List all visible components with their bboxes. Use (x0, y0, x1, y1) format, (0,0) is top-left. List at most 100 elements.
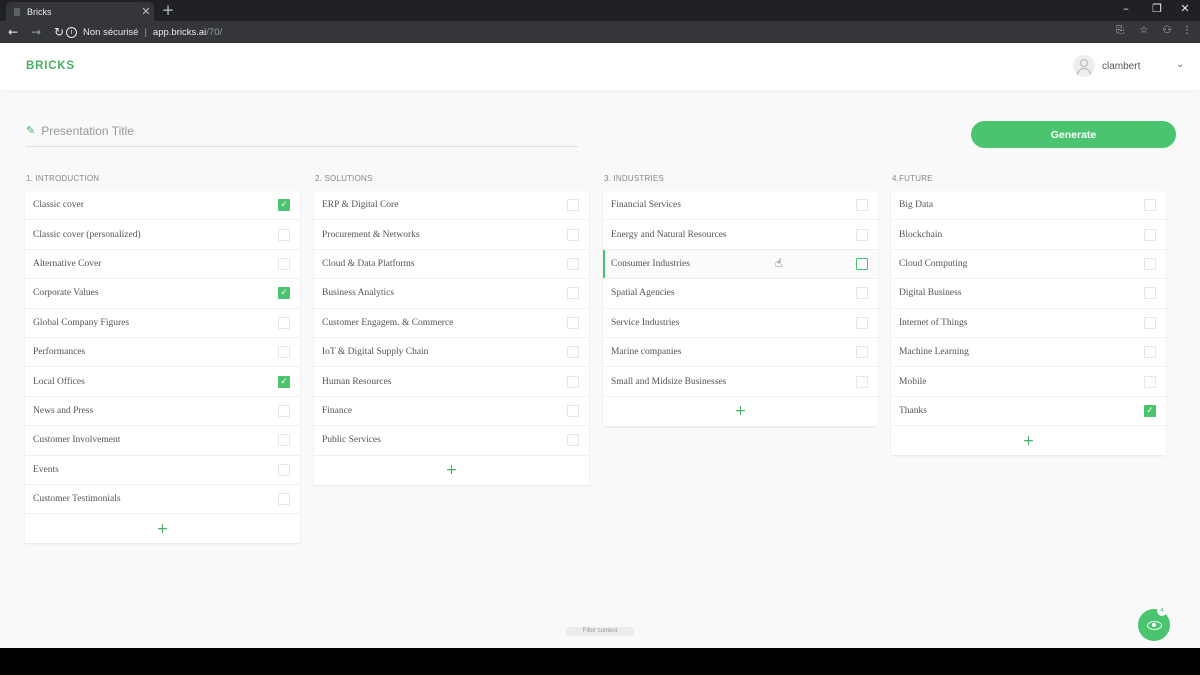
add-slide-button[interactable]: + (891, 426, 1166, 455)
checkmark-icon: ✓ (280, 288, 288, 299)
forward-icon[interactable]: → (26, 25, 46, 39)
checkbox[interactable] (567, 316, 579, 329)
checkbox[interactable] (1144, 287, 1156, 300)
back-icon[interactable]: ← (3, 25, 23, 39)
add-slide-button[interactable]: + (25, 514, 300, 543)
slide-row[interactable]: Energy and Natural Resources (603, 220, 878, 250)
checkbox[interactable] (567, 434, 579, 447)
slide-row[interactable]: Service Industries (603, 309, 878, 338)
menu-dots-icon[interactable]: ⋮ (1180, 25, 1194, 36)
checkbox[interactable] (278, 434, 290, 447)
checkbox-checked[interactable]: ✓ (1144, 404, 1156, 417)
checkbox[interactable] (567, 199, 579, 212)
translate-icon[interactable]: ⎘ (1113, 25, 1127, 36)
checkbox[interactable] (278, 257, 290, 270)
checkbox[interactable] (567, 257, 579, 270)
add-slide-button[interactable]: + (314, 456, 589, 485)
slide-row[interactable]: News and Press (25, 397, 300, 427)
checkbox[interactable] (278, 316, 290, 329)
slide-row[interactable]: Finance (314, 397, 589, 427)
checkbox[interactable] (278, 404, 290, 417)
slide-row[interactable]: Big Data (891, 191, 1166, 221)
checkbox[interactable] (1144, 228, 1156, 241)
bookmark-star-icon[interactable]: ☆ (1137, 25, 1151, 36)
slide-label: Customer Engagem. & Commerce (322, 317, 454, 328)
checkbox[interactable] (856, 346, 868, 359)
checkbox[interactable] (567, 287, 579, 300)
slide-row[interactable]: Machine Learning (891, 338, 1166, 368)
checkbox[interactable] (1144, 346, 1156, 359)
checkbox[interactable] (567, 346, 579, 359)
slide-row[interactable]: Blockchain (891, 220, 1166, 250)
slide-row[interactable]: Customer Involvement (25, 426, 300, 456)
slide-row[interactable]: Financial Services (603, 191, 878, 221)
slide-row[interactable]: Small and Midsize Businesses (603, 367, 878, 397)
slide-row[interactable]: Events (25, 456, 300, 485)
checkbox[interactable] (1144, 316, 1156, 329)
slide-row[interactable]: Cloud & Data Platforms (314, 250, 589, 280)
slide-row[interactable]: Public Services (314, 426, 589, 456)
checkbox[interactable] (856, 257, 868, 270)
new-tab-button[interactable]: + (160, 2, 176, 18)
checkbox[interactable] (278, 346, 290, 359)
checkbox-checked[interactable]: ✓ (278, 287, 290, 300)
checkbox[interactable] (567, 228, 579, 241)
slide-row[interactable]: Cloud Computing (891, 250, 1166, 280)
info-icon[interactable]: i (66, 26, 77, 38)
checkbox-checked[interactable]: ✓ (278, 375, 290, 388)
slide-row[interactable]: Consumer Industries (603, 249, 878, 280)
checkbox[interactable] (856, 199, 868, 212)
slide-label: Events (33, 464, 59, 475)
slide-row[interactable]: Performances (25, 338, 300, 368)
filter-content-toggle[interactable]: Filter content (566, 627, 634, 636)
checkbox[interactable] (567, 375, 579, 388)
tab-close-icon[interactable]: ✕ (138, 5, 154, 18)
user-menu[interactable]: clambert (1073, 55, 1140, 77)
close-window-button[interactable]: ✕ (1175, 2, 1195, 15)
slide-row[interactable]: Digital Business (891, 279, 1166, 309)
slide-row[interactable]: Thanks ✓ (891, 397, 1166, 427)
checkbox[interactable] (856, 316, 868, 329)
generate-button[interactable]: Generate (971, 121, 1176, 148)
checkbox[interactable] (278, 463, 290, 476)
slide-row[interactable]: Alternative Cover (25, 250, 300, 280)
slide-row[interactable]: Mobile (891, 367, 1166, 397)
checkbox[interactable] (856, 228, 868, 241)
checkbox[interactable] (278, 228, 290, 241)
slide-label: Big Data (899, 200, 934, 211)
checkbox[interactable] (1144, 257, 1156, 270)
checkbox[interactable] (278, 493, 290, 506)
checkbox[interactable] (856, 375, 868, 388)
slide-label: Spatial Agencies (611, 288, 675, 299)
extension-icon[interactable]: ⚇ (1160, 25, 1174, 36)
slide-row[interactable]: Classic cover (personalized) (25, 220, 300, 250)
slide-row[interactable]: Corporate Values ✓ (25, 279, 300, 309)
slide-row[interactable]: IoT & Digital Supply Chain (314, 338, 589, 368)
slide-row[interactable]: Global Company Figures (25, 309, 300, 338)
presentation-title-field[interactable]: ✎ Presentation Title (26, 123, 578, 147)
checkbox[interactable] (567, 404, 579, 417)
slide-row[interactable]: ERP & Digital Core (314, 191, 589, 221)
omnibox[interactable]: i Non sécurisé | app.bricks.ai /70/ (66, 24, 222, 40)
slide-row[interactable]: Local Offices ✓ (25, 367, 300, 397)
restore-button[interactable]: ❐ (1147, 2, 1167, 15)
bricks-logo[interactable]: BRICKS (26, 60, 75, 72)
slide-row[interactable]: Internet of Things (891, 309, 1166, 338)
slide-row[interactable]: Customer Engagem. & Commerce (314, 309, 589, 338)
slide-row[interactable]: Spatial Agencies (603, 279, 878, 309)
checkbox[interactable] (1144, 375, 1156, 388)
minimize-button[interactable]: – (1116, 2, 1136, 15)
checkbox-checked[interactable]: ✓ (278, 199, 290, 212)
slide-row[interactable]: Procurement & Networks (314, 220, 589, 250)
add-slide-button[interactable]: + (603, 397, 878, 426)
checkbox[interactable] (1144, 199, 1156, 212)
slide-row[interactable]: Business Analytics (314, 279, 589, 309)
slide-row[interactable]: Human Resources (314, 367, 589, 397)
checkbox[interactable] (856, 287, 868, 300)
slide-row[interactable]: Customer Testimonials (25, 485, 300, 515)
slide-row[interactable]: Marine companies (603, 338, 878, 368)
browser-tab[interactable]: Bricks ✕ (6, 2, 154, 21)
chevron-down-icon[interactable]: ⌄ (1176, 59, 1184, 70)
slide-row[interactable]: Classic cover ✓ (25, 191, 300, 221)
slide-label: Service Industries (611, 317, 680, 328)
